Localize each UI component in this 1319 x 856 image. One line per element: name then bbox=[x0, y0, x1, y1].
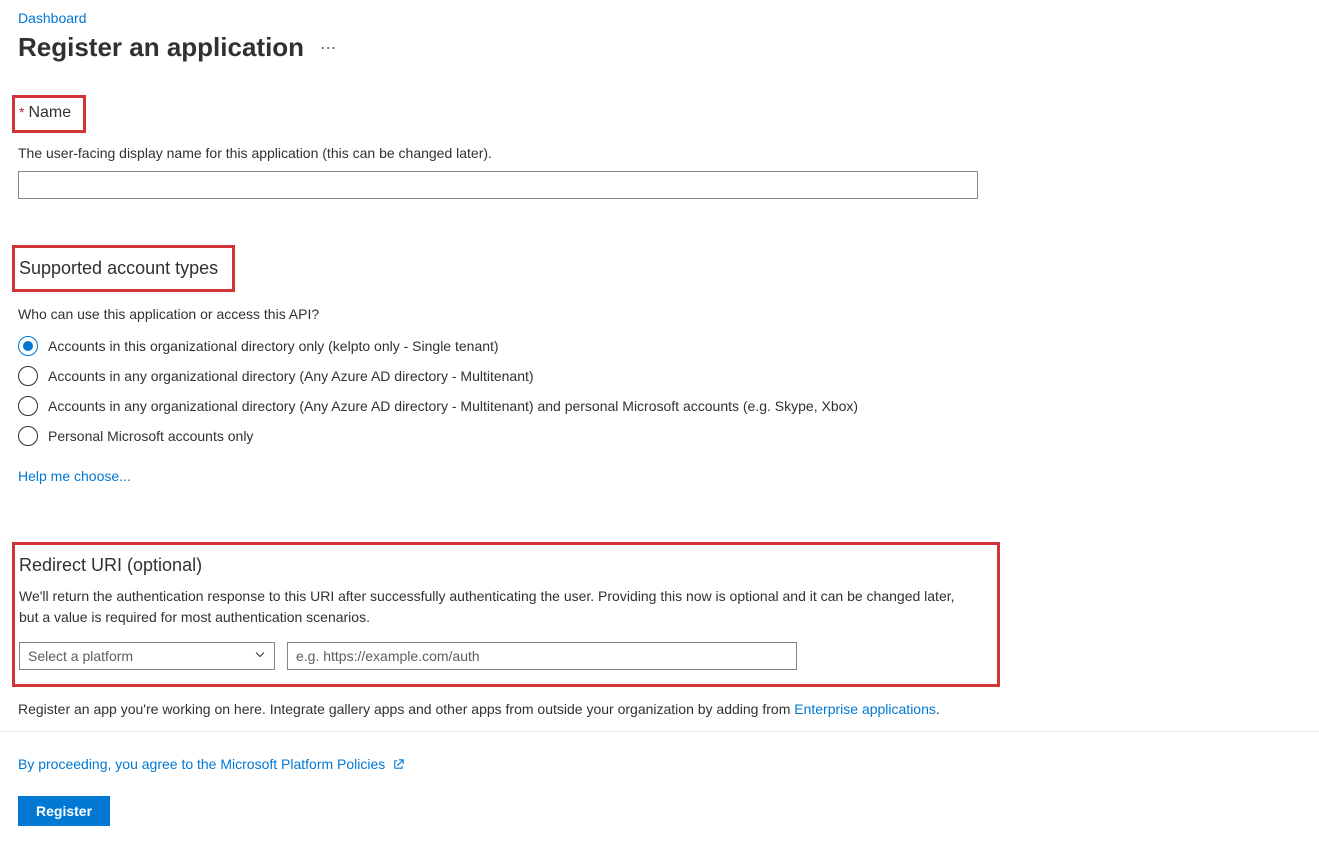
account-types-radio-group: Accounts in this organizational director… bbox=[18, 336, 1301, 446]
redirect-uri-highlight: Redirect URI (optional) We'll return the… bbox=[12, 542, 1000, 687]
account-types-heading: Supported account types bbox=[19, 258, 218, 279]
chevron-down-icon bbox=[254, 649, 266, 664]
divider bbox=[0, 731, 1319, 732]
platform-policies-link[interactable]: By proceeding, you agree to the Microsof… bbox=[18, 756, 1301, 772]
radio-option-multitenant-personal[interactable]: Accounts in any organizational directory… bbox=[18, 396, 1301, 416]
radio-label: Personal Microsoft accounts only bbox=[48, 428, 253, 444]
redirect-uri-heading: Redirect URI (optional) bbox=[19, 555, 985, 576]
radio-circle-icon bbox=[18, 396, 38, 416]
redirect-uri-input[interactable] bbox=[287, 642, 797, 670]
more-icon[interactable]: ⋯ bbox=[320, 38, 337, 58]
register-button[interactable]: Register bbox=[18, 796, 110, 826]
platform-select-value: Select a platform bbox=[28, 648, 133, 664]
integrate-text: Register an app you're working on here. … bbox=[18, 701, 1301, 717]
name-description: The user-facing display name for this ap… bbox=[18, 145, 1301, 161]
name-heading-highlight: *Name bbox=[12, 95, 86, 133]
account-types-question: Who can use this application or access t… bbox=[18, 306, 1301, 322]
radio-circle-icon bbox=[18, 366, 38, 386]
radio-option-multitenant[interactable]: Accounts in any organizational directory… bbox=[18, 366, 1301, 386]
platform-select[interactable]: Select a platform bbox=[19, 642, 275, 670]
external-link-icon bbox=[391, 757, 405, 771]
account-types-heading-highlight: Supported account types bbox=[12, 245, 235, 292]
name-input[interactable] bbox=[18, 171, 978, 199]
name-label: Name bbox=[28, 104, 71, 121]
radio-label: Accounts in this organizational director… bbox=[48, 338, 499, 354]
radio-option-single-tenant[interactable]: Accounts in this organizational director… bbox=[18, 336, 1301, 356]
redirect-uri-description: We'll return the authentication response… bbox=[19, 586, 969, 628]
breadcrumb-dashboard[interactable]: Dashboard bbox=[18, 10, 1301, 26]
radio-option-personal-only[interactable]: Personal Microsoft accounts only bbox=[18, 426, 1301, 446]
radio-circle-icon bbox=[18, 426, 38, 446]
radio-label: Accounts in any organizational directory… bbox=[48, 398, 858, 414]
required-asterisk: * bbox=[19, 104, 24, 120]
page-title: Register an application bbox=[18, 32, 304, 63]
help-me-choose-link[interactable]: Help me choose... bbox=[18, 468, 1301, 484]
radio-label: Accounts in any organizational directory… bbox=[48, 368, 534, 384]
radio-circle-icon bbox=[18, 336, 38, 356]
enterprise-applications-link[interactable]: Enterprise applications bbox=[794, 701, 936, 717]
